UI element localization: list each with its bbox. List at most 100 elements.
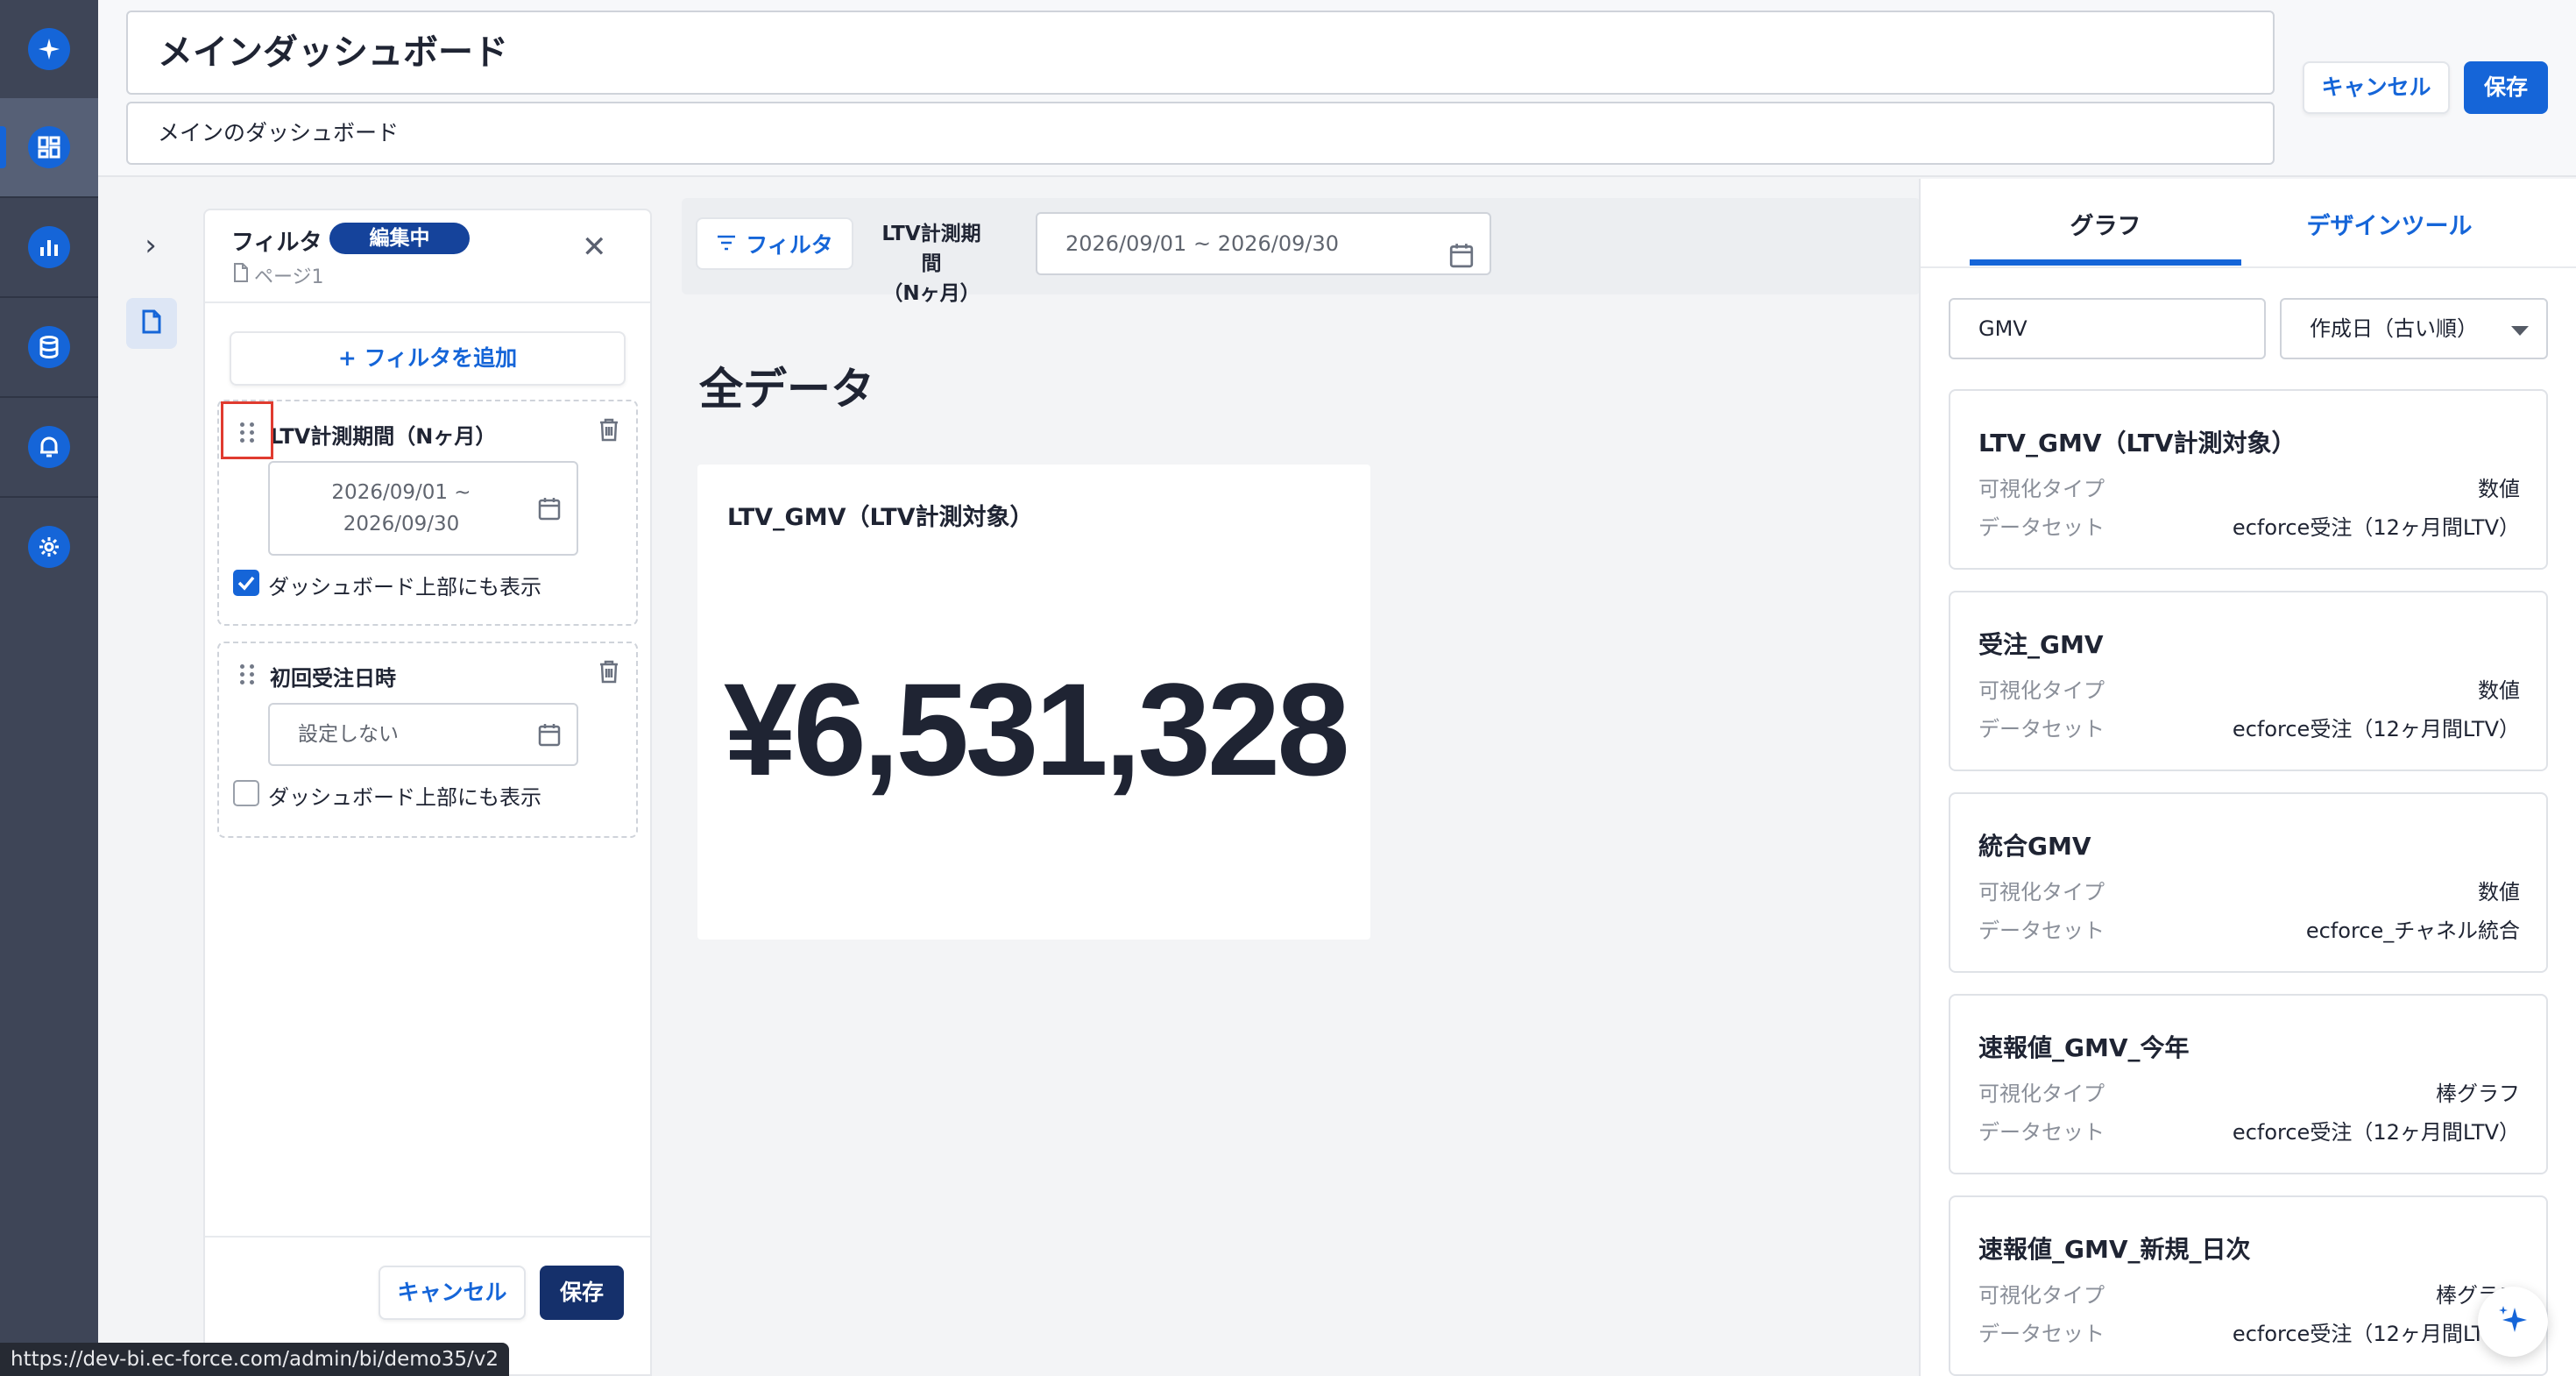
period-date-range-input[interactable]: 2026/09/01 ~ 2026/09/30 [1036, 212, 1491, 275]
filter-icon [716, 231, 737, 257]
graph-dataset-value: ecforce受注（12ヶ月間LTV） [2232, 515, 2520, 540]
graph-dataset-value: ecforce受注（12ヶ月間LTV） [2232, 1120, 2520, 1145]
graph-type-key: 可視化タイプ [1978, 880, 2105, 904]
period-label-line1: LTV計測期間 [881, 223, 981, 275]
filter-card-label: 初回受注日時 [270, 666, 396, 691]
calendar-icon [538, 496, 561, 526]
graph-type-value: 棒グラフ [2436, 1082, 2520, 1106]
graph-card[interactable]: 受注_GMV 可視化タイプ 数値 データセット ecforce受注（12ヶ月間L… [1949, 591, 2548, 771]
graph-dataset-value: ecforce受注（12ヶ月間LTV） [2232, 1322, 2520, 1346]
graph-dataset-value: ecforce_チャネル統合 [2305, 919, 2520, 943]
add-filter-button[interactable]: + フィルタを追加 [230, 331, 626, 386]
toolbar-filter-button[interactable]: フィルタ [696, 217, 853, 270]
sparkle-icon [28, 28, 70, 70]
graph-card[interactable]: 速報値_GMV_今年 可視化タイプ 棒グラフ データセット ecforce受注（… [1949, 994, 2548, 1174]
nav-notifications[interactable] [0, 398, 98, 496]
divider [205, 301, 650, 303]
nav-ai-assistant[interactable] [0, 0, 98, 98]
graph-type-key: 可視化タイプ [1978, 477, 2105, 501]
tab-design-tool[interactable]: デザインツール [2254, 207, 2525, 241]
filter-panel-title: フィルタ [231, 230, 322, 256]
dashboard-title-input[interactable]: メインダッシュボード [126, 11, 2275, 95]
graph-dataset-key: データセット [1978, 515, 2105, 540]
tab-graph[interactable]: グラフ [1970, 207, 2241, 241]
filter-card-ltv-period: LTV計測期間（Nヶ月） 2026/09/01 ~ 2026/09/30 ダッシ… [217, 400, 638, 626]
graph-card[interactable]: 統合GMV 可視化タイプ 数値 データセット ecforce_チャネル統合 [1949, 792, 2548, 973]
sparkle-icon [2495, 1302, 2530, 1341]
show-on-top-label: ダッシュボード上部にも表示 [268, 575, 541, 599]
graph-type-value: 数値 [2478, 678, 2520, 703]
database-icon [28, 326, 70, 368]
filter-save-button[interactable]: 保存 [540, 1266, 624, 1320]
filter-cancel-button[interactable]: キャンセル [379, 1266, 526, 1320]
chart-icon [28, 226, 70, 268]
filter-card-first-order-date: 初回受注日時 設定しない ダッシュボード上部にも表示 [217, 642, 638, 838]
date-end-text: 2026/09/30 [343, 513, 460, 536]
nav-rail [0, 0, 98, 1376]
sort-select[interactable]: 作成日（古い順） [2280, 298, 2548, 359]
graph-card-title: 速報値_GMV_新規_日次 [1978, 1235, 2251, 1264]
graph-dataset-value: ecforce受注（12ヶ月間LTV） [2232, 717, 2520, 741]
graph-card[interactable]: 速報値_GMV_新規_日次 可視化タイプ 棒グラフ データセット ecforce… [1949, 1195, 2548, 1376]
kpi-title: LTV_GMV（LTV計測対象） [727, 504, 1034, 531]
divider [205, 1236, 650, 1238]
trash-icon[interactable] [598, 659, 620, 687]
filter-card-label: LTV計測期間（Nヶ月） [270, 424, 497, 449]
page-list-column [98, 179, 203, 1376]
toolbar-filter-label: フィルタ [746, 232, 833, 258]
graph-card-title: LTV_GMV（LTV計測対象） [1978, 429, 2296, 457]
editing-badge: 編集中 [329, 223, 470, 254]
date-start-text: 2026/09/01 ~ [331, 481, 471, 504]
filter-page-label: ページ1 [254, 266, 324, 288]
nav-settings[interactable] [0, 498, 98, 596]
graph-type-value: 数値 [2478, 880, 2520, 904]
graph-card-title: 受注_GMV [1978, 630, 2104, 659]
expand-chevron-icon[interactable]: › [137, 230, 165, 261]
graph-type-key: 可視化タイプ [1978, 1082, 2105, 1106]
status-bar-url: https://dev-bi.ec-force.com/admin/bi/dem… [0, 1343, 510, 1376]
page-1-tab[interactable] [126, 298, 177, 349]
graph-search-input[interactable]: GMV [1949, 298, 2266, 359]
chevron-down-icon [2511, 326, 2529, 336]
graph-card-title: 速報値_GMV_今年 [1978, 1033, 2190, 1062]
show-on-top-label: ダッシュボード上部にも表示 [268, 785, 541, 810]
date-placeholder: 設定しない [298, 723, 399, 746]
header-save-button[interactable]: 保存 [2464, 61, 2548, 114]
graph-card-title: 統合GMV [1978, 832, 2091, 861]
graph-dataset-key: データセット [1978, 1322, 2105, 1346]
graph-type-value: 数値 [2478, 477, 2520, 501]
document-icon [233, 263, 249, 286]
date-range-text: 2026/09/01 ~ 2026/09/30 [1065, 231, 1340, 256]
period-label-line2: （Nヶ月） [882, 282, 980, 305]
kpi-value: ¥6,531,328 [724, 656, 1350, 803]
dashboard-icon [28, 126, 70, 168]
nav-database[interactable] [0, 298, 98, 396]
filter-date-input[interactable]: 設定しない [268, 703, 578, 766]
graph-type-key: 可視化タイプ [1978, 1283, 2105, 1308]
drag-handle-highlight [221, 401, 273, 459]
graph-dataset-key: データセット [1978, 717, 2105, 741]
active-tab-indicator [1970, 259, 2241, 266]
header-cancel-button[interactable]: キャンセル [2303, 61, 2450, 114]
document-icon [141, 309, 162, 337]
divider [1921, 266, 2576, 268]
calendar-icon [1449, 231, 1474, 291]
nav-charts[interactable] [0, 198, 98, 296]
gear-icon [28, 526, 70, 568]
graph-type-key: 可視化タイプ [1978, 678, 2105, 703]
drag-handle-icon[interactable] [240, 664, 254, 684]
filter-date-range-input[interactable]: 2026/09/01 ~ 2026/09/30 [268, 461, 578, 556]
section-title: 全データ [699, 364, 874, 415]
bell-icon [28, 426, 70, 468]
graph-dataset-key: データセット [1978, 919, 2105, 943]
nav-dashboard[interactable] [0, 98, 98, 196]
ai-assistant-button[interactable] [2478, 1287, 2548, 1357]
show-on-top-checkbox[interactable] [233, 780, 259, 806]
trash-icon[interactable] [598, 417, 620, 445]
close-icon[interactable]: ✕ [582, 231, 607, 263]
show-on-top-checkbox-checked[interactable] [233, 570, 259, 596]
calendar-icon [538, 722, 561, 752]
dashboard-description-input[interactable]: メインのダッシュボード [126, 102, 2275, 165]
graph-dataset-key: データセット [1978, 1120, 2105, 1145]
graph-card[interactable]: LTV_GMV（LTV計測対象） 可視化タイプ 数値 データセット ecforc… [1949, 389, 2548, 570]
